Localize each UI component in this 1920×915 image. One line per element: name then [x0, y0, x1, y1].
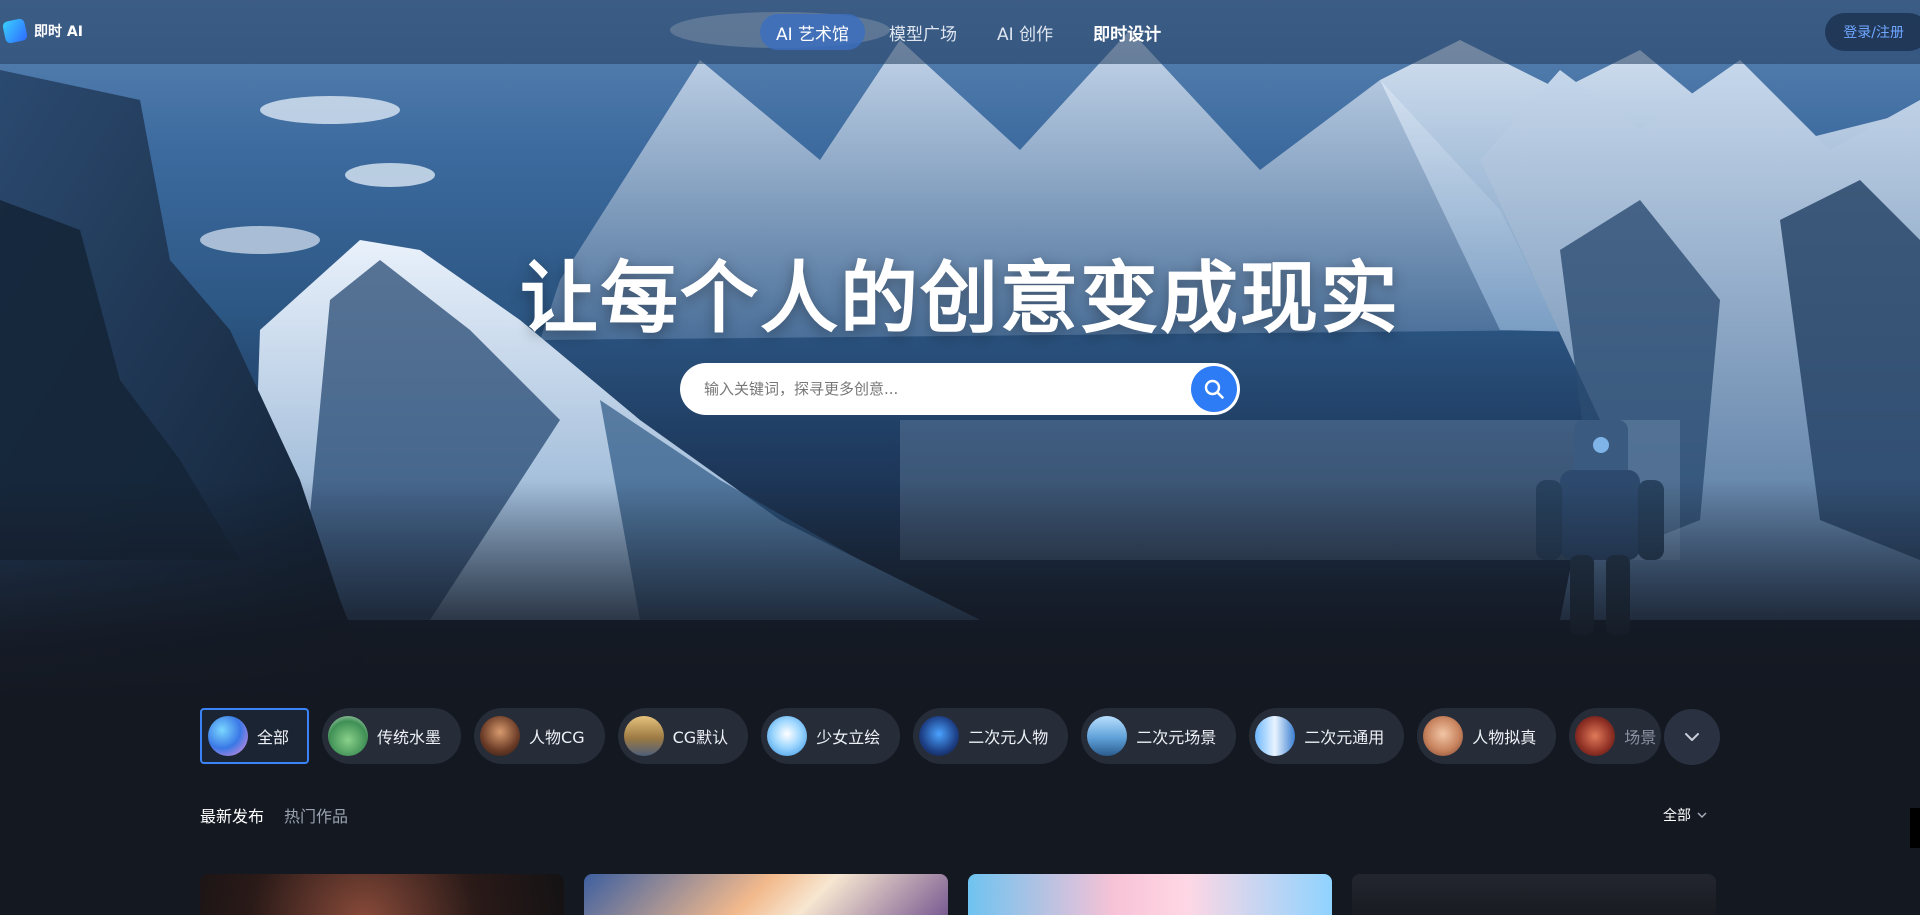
- category-label: 少女立绘: [816, 728, 881, 747]
- category-filter: 全部 传统水墨 人物CG CG默认 少女立绘 二次元人物 二次元场景 二次元通用…: [200, 708, 1720, 764]
- gallery-card[interactable]: [968, 874, 1332, 915]
- category-chip-cg-default[interactable]: CG默认: [617, 708, 749, 764]
- category-label: 二次元场景: [1136, 728, 1217, 747]
- category-thumbnail: [1255, 716, 1296, 756]
- category-thumbnail: [767, 716, 808, 756]
- category-thumbnail: [919, 716, 960, 756]
- category-label: 二次元人物: [968, 728, 1049, 747]
- category-chip-anime-character[interactable]: 二次元人物: [913, 708, 1069, 764]
- search-input[interactable]: [704, 380, 1164, 398]
- nav-item-jishi-design[interactable]: 即时设计: [1077, 14, 1177, 50]
- category-thumbnail: [208, 716, 248, 756]
- category-chip-realistic-character[interactable]: 人物拟真: [1417, 708, 1557, 764]
- category-chip-anime-scene[interactable]: 二次元场景: [1081, 708, 1237, 764]
- category-chip-all[interactable]: 全部: [200, 708, 310, 764]
- category-label: CG默认: [672, 728, 729, 747]
- top-navigation-bar: 即时 AI AI 艺术馆 模型广场 AI 创作 即时设计 登录/注册: [0, 0, 1920, 64]
- sort-label: 全部: [1663, 808, 1691, 824]
- category-label: 传统水墨: [377, 728, 442, 747]
- tab-popular[interactable]: 热门作品: [284, 803, 348, 827]
- gallery-card[interactable]: [584, 874, 948, 915]
- more-categories-button[interactable]: [1664, 709, 1720, 765]
- category-thumbnail: [1423, 716, 1464, 756]
- nav-item-ai-create[interactable]: AI 创作: [981, 14, 1069, 50]
- category-chip-character-cg[interactable]: 人物CG: [474, 708, 605, 764]
- hero-background: [0, 0, 1920, 700]
- gallery-grid: [200, 874, 1716, 915]
- category-thumbnail: [1575, 716, 1616, 756]
- category-chip-girl-illustration[interactable]: 少女立绘: [761, 708, 901, 764]
- sort-dropdown[interactable]: 全部: [1663, 805, 1707, 825]
- login-register-button[interactable]: 登录/注册: [1825, 13, 1920, 51]
- nav-item-ai-gallery[interactable]: AI 艺术馆: [760, 14, 866, 50]
- search-icon: [1204, 379, 1224, 399]
- nav-item-model-plaza[interactable]: 模型广场: [873, 14, 973, 50]
- category-thumbnail: [623, 716, 664, 756]
- category-thumbnail: [328, 716, 369, 756]
- search-bar: [680, 363, 1240, 415]
- category-label: 全部: [257, 728, 290, 747]
- gallery-card[interactable]: [1352, 874, 1716, 915]
- gallery-card[interactable]: [200, 874, 564, 915]
- tab-latest[interactable]: 最新发布: [200, 803, 264, 827]
- category-thumbnail: [480, 716, 521, 756]
- category-label: 二次元通用: [1304, 728, 1385, 747]
- category-label: 场景: [1624, 728, 1657, 747]
- chevron-down-icon: [1685, 733, 1699, 741]
- category-label: 人物拟真: [1472, 728, 1537, 747]
- search-button[interactable]: [1191, 366, 1237, 412]
- category-chip-ink-painting[interactable]: 传统水墨: [322, 708, 462, 764]
- chevron-down-icon: [1697, 812, 1707, 818]
- main-nav: AI 艺术馆 模型广场 AI 创作 即时设计: [760, 14, 1177, 50]
- logo[interactable]: 即时 AI: [1, 17, 83, 45]
- feed-tabs: 最新发布 热门作品: [200, 803, 348, 827]
- side-scroll-indicator: [1910, 808, 1920, 848]
- category-chip-anime-general[interactable]: 二次元通用: [1249, 708, 1405, 764]
- hero-headline: 让每个人的创意变成现实: [519, 254, 1400, 344]
- page: 即时 AI AI 艺术馆 模型广场 AI 创作 即时设计 登录/注册 让每个人的…: [0, 0, 1920, 915]
- logo-text: 即时 AI: [34, 24, 83, 40]
- category-chip-scene[interactable]: 场景: [1569, 708, 1662, 764]
- category-thumbnail: [1087, 716, 1128, 756]
- jishi-logo-icon: [1, 17, 29, 45]
- category-label: 人物CG: [529, 728, 585, 747]
